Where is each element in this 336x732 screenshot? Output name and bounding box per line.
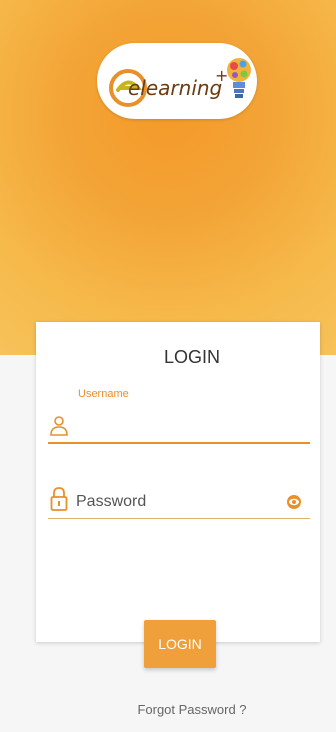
password-input[interactable] (76, 490, 276, 514)
lightbulb-icon (227, 58, 251, 98)
lock-icon (50, 487, 68, 511)
username-underline (48, 442, 310, 444)
login-title: LOGIN (163, 347, 220, 367)
username-input[interactable] (76, 414, 302, 440)
login-button[interactable]: LOGIN (144, 620, 216, 668)
login-card (36, 322, 320, 642)
password-underline (48, 518, 310, 519)
eye-icon[interactable] (286, 494, 302, 510)
forgot-password-link[interactable]: Forgot Password ? (24, 702, 336, 717)
user-icon (50, 416, 68, 436)
username-label: Username (78, 388, 129, 400)
logo-text: elearning (128, 76, 223, 100)
